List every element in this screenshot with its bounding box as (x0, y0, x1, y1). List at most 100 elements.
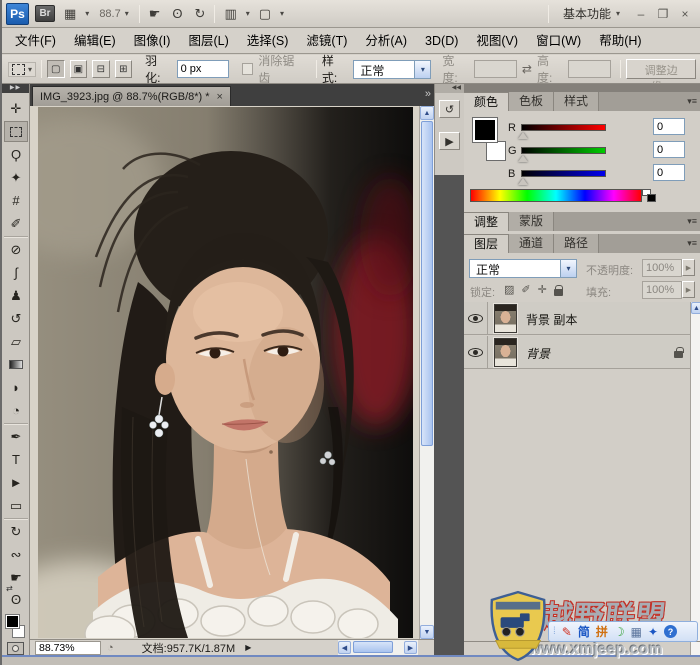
eye-icon[interactable] (468, 314, 483, 323)
menu-edit[interactable]: 编辑(E) (65, 29, 125, 53)
panel-menu-icon[interactable]: ▾≡ (687, 92, 700, 111)
status-flyout-icon[interactable]: ▶ (245, 643, 251, 652)
history-panel-icon[interactable]: ↺ (439, 100, 460, 118)
layer-row-background[interactable]: 背景 (464, 336, 690, 369)
subtract-selection-button[interactable]: ⊟ (92, 60, 110, 78)
magic-wand-tool[interactable]: ✦ (4, 167, 28, 188)
panel-menu-icon[interactable]: ▾≡ (687, 212, 700, 231)
vertical-scrollbar-thumb[interactable] (421, 121, 433, 446)
canvas-area[interactable]: ▲ ▼ (30, 106, 434, 639)
layer-name[interactable]: 背景 副本 (526, 311, 577, 328)
crop-tool[interactable]: # (4, 190, 28, 211)
screen-mode-icon[interactable]: ▢ (256, 4, 274, 24)
scroll-down-icon[interactable]: ▼ (420, 625, 434, 639)
brush-tool[interactable]: ∫ (4, 262, 28, 283)
history-brush-tool[interactable]: ↺ (4, 308, 28, 329)
zoom-level-control[interactable]: 88.7 ▾ (95, 8, 132, 20)
dodge-tool[interactable]: ◔ (4, 400, 28, 421)
ime-help-icon[interactable]: ? (664, 625, 677, 638)
close-button[interactable]: × (678, 7, 692, 21)
blur-tool[interactable]: ◗ (4, 377, 28, 398)
3d-rotate-tool[interactable]: ↻ (4, 521, 28, 542)
status-zoom-input[interactable] (35, 641, 101, 655)
visibility-cell[interactable] (464, 336, 488, 369)
color-spectrum-ramp[interactable] (470, 189, 642, 202)
background-color-swatch[interactable] (486, 141, 506, 161)
tab-channels[interactable]: 通道 (509, 234, 554, 253)
arrange-documents-icon[interactable]: ▥ (221, 4, 239, 24)
actions-panel-icon[interactable]: ▶ (439, 132, 460, 150)
spectrum-black-swatch[interactable] (647, 194, 656, 202)
new-selection-button[interactable]: ▢ (47, 60, 65, 78)
panel-menu-icon[interactable]: ▾≡ (687, 234, 700, 253)
menu-select[interactable]: 选择(S) (238, 29, 298, 53)
ime-sogou-icon[interactable]: ☽ (614, 625, 625, 639)
ime-simplified-icon[interactable]: 简 (578, 623, 590, 640)
scroll-up-icon[interactable]: ▲ (691, 302, 700, 314)
hand-tool-icon[interactable]: ☛ (146, 4, 164, 24)
blend-mode-dropdown-icon[interactable]: ▾ (560, 260, 576, 277)
ime-language-bar[interactable]: ⁞ ✎ 简 拼 ☽ ▦ ✦ ? (548, 621, 698, 642)
rotate-view-icon[interactable]: ↻ (192, 4, 209, 24)
menu-3d[interactable]: 3D(D) (416, 29, 467, 53)
menu-layer[interactable]: 图层(L) (179, 29, 237, 53)
clone-stamp-tool[interactable]: ♟ (4, 285, 28, 306)
tools-collapse-arrows[interactable]: ▶▶ (2, 84, 29, 93)
fill-flyout-icon[interactable]: ▶ (682, 281, 695, 298)
view-extras-dropdown-icon[interactable]: ▾ (85, 9, 89, 18)
quick-mask-button[interactable] (7, 642, 24, 655)
blue-value-input[interactable] (653, 164, 685, 181)
style-dropdown-icon[interactable]: ▾ (414, 61, 430, 78)
lock-transparency-icon[interactable]: ▨ (504, 283, 514, 296)
green-value-input[interactable] (653, 141, 685, 158)
arrange-dropdown-icon[interactable]: ▾ (246, 9, 250, 18)
document-tab[interactable]: IMG_3923.jpg @ 88.7%(RGB/8*) * × (32, 86, 231, 106)
red-value-input[interactable] (653, 118, 685, 135)
path-selection-tool[interactable]: ► (4, 472, 28, 493)
swap-colors-icon[interactable]: ⇄ (6, 584, 13, 593)
view-extras-icon[interactable]: ▦ (61, 4, 79, 24)
tab-overflow-icon[interactable]: » (425, 88, 431, 100)
foreground-color-swatch[interactable] (472, 117, 498, 143)
scroll-up-icon[interactable]: ▲ (420, 106, 434, 120)
red-slider-marker[interactable] (518, 132, 528, 139)
add-selection-button[interactable]: ▣ (70, 60, 88, 78)
blue-slider-marker[interactable] (518, 178, 528, 185)
rectangular-marquee-tool[interactable] (4, 121, 28, 142)
ime-pinyin-icon[interactable]: 拼 (596, 623, 608, 640)
tab-adjustments[interactable]: 调整 (464, 212, 509, 231)
layer-name[interactable]: 背景 (526, 345, 550, 362)
menu-filter[interactable]: 滤镜(T) (297, 29, 356, 53)
layer-thumbnail[interactable] (494, 304, 517, 333)
pen-tool[interactable]: ✒ (4, 426, 28, 447)
maximize-button[interactable]: ❐ (656, 7, 670, 21)
ime-pointer-icon[interactable]: ✎ (562, 625, 572, 639)
lock-all-icon[interactable] (554, 289, 563, 296)
green-slider-marker[interactable] (518, 155, 528, 162)
minimize-button[interactable]: – (634, 7, 648, 21)
horizontal-scrollbar-thumb[interactable] (353, 641, 393, 653)
menu-file[interactable]: 文件(F) (6, 29, 65, 53)
eraser-tool[interactable]: ▱ (4, 331, 28, 352)
spot-healing-tool[interactable]: ⊘ (4, 239, 28, 260)
tab-color[interactable]: 颜色 (464, 92, 509, 111)
scroll-right-icon[interactable]: ▶ (404, 641, 417, 654)
tool-preset-picker[interactable]: ▾ (8, 62, 36, 77)
zoom-level-value[interactable]: 88.7 (99, 8, 120, 20)
menu-view[interactable]: 视图(V) (467, 29, 527, 53)
move-tool[interactable]: ✛ (4, 98, 28, 119)
lasso-tool[interactable]: Ϙ (4, 144, 28, 165)
expand-panels-arrows[interactable]: ◀◀ (435, 84, 464, 93)
layer-row-background-copy[interactable]: 背景 副本 (464, 302, 690, 335)
layer-thumbnail[interactable] (494, 338, 517, 367)
red-slider[interactable] (521, 124, 606, 131)
tab-close-icon[interactable]: × (217, 91, 223, 103)
scroll-left-icon[interactable]: ◀ (338, 641, 351, 654)
feather-input[interactable] (177, 60, 229, 78)
visibility-cell[interactable] (464, 302, 488, 335)
menu-analysis[interactable]: 分析(A) (356, 29, 416, 53)
lock-paint-icon[interactable]: ✐ (521, 283, 530, 296)
tab-swatches[interactable]: 色板 (509, 92, 554, 111)
menu-window[interactable]: 窗口(W) (527, 29, 590, 53)
gradient-tool[interactable] (4, 354, 28, 375)
